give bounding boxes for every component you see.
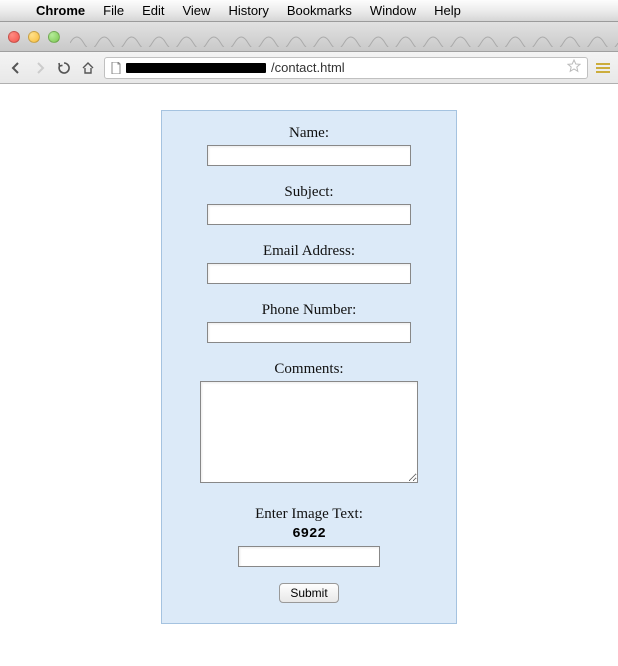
captcha-image-text: 6922 bbox=[182, 526, 436, 542]
url-path: /contact.html bbox=[271, 60, 345, 75]
phone-input[interactable] bbox=[207, 322, 411, 343]
captcha-field-group: Enter Image Text: 6922 bbox=[182, 506, 436, 567]
url-redacted bbox=[126, 63, 266, 73]
page-viewport: Name: Subject: Email Address: Phone Numb… bbox=[0, 84, 618, 624]
comments-label: Comments: bbox=[182, 361, 436, 378]
menubar-history[interactable]: History bbox=[228, 3, 268, 18]
name-input[interactable] bbox=[207, 145, 411, 166]
forward-button[interactable] bbox=[32, 60, 48, 76]
comments-field-group: Comments: bbox=[182, 361, 436, 488]
subject-field-group: Subject: bbox=[182, 184, 436, 225]
phone-field-group: Phone Number: bbox=[182, 302, 436, 343]
chrome-menu-icon[interactable] bbox=[596, 63, 610, 73]
comments-textarea[interactable] bbox=[200, 381, 418, 483]
menubar-bookmarks[interactable]: Bookmarks bbox=[287, 3, 352, 18]
home-button[interactable] bbox=[80, 60, 96, 76]
back-button[interactable] bbox=[8, 60, 24, 76]
zoom-window-button[interactable] bbox=[48, 31, 60, 43]
subject-input[interactable] bbox=[207, 204, 411, 225]
email-label: Email Address: bbox=[182, 243, 436, 260]
file-icon bbox=[111, 62, 121, 74]
submit-button[interactable]: Submit bbox=[279, 583, 338, 603]
menubar-file[interactable]: File bbox=[103, 3, 124, 18]
captcha-input[interactable] bbox=[238, 546, 380, 567]
macos-menubar: Chrome File Edit View History Bookmarks … bbox=[0, 0, 618, 22]
close-window-button[interactable] bbox=[8, 31, 20, 43]
menubar-app[interactable]: Chrome bbox=[36, 3, 85, 18]
bookmark-star-icon[interactable] bbox=[567, 59, 581, 76]
phone-label: Phone Number: bbox=[182, 302, 436, 319]
tab-wavy-decoration bbox=[70, 29, 618, 47]
email-field-group: Email Address: bbox=[182, 243, 436, 284]
menubar-help[interactable]: Help bbox=[434, 3, 461, 18]
name-label: Name: bbox=[182, 125, 436, 142]
browser-window: /contact.html Name: Subject: Email Addre bbox=[0, 22, 618, 624]
contact-form-panel: Name: Subject: Email Address: Phone Numb… bbox=[161, 110, 457, 624]
menubar-view[interactable]: View bbox=[182, 3, 210, 18]
subject-label: Subject: bbox=[182, 184, 436, 201]
name-field-group: Name: bbox=[182, 125, 436, 166]
reload-button[interactable] bbox=[56, 60, 72, 76]
tab-strip bbox=[0, 22, 618, 52]
email-input[interactable] bbox=[207, 263, 411, 284]
browser-toolbar: /contact.html bbox=[0, 52, 618, 84]
window-controls bbox=[8, 31, 60, 43]
address-bar[interactable]: /contact.html bbox=[104, 57, 588, 79]
menubar-edit[interactable]: Edit bbox=[142, 3, 164, 18]
captcha-label: Enter Image Text: bbox=[182, 506, 436, 523]
minimize-window-button[interactable] bbox=[28, 31, 40, 43]
menubar-window[interactable]: Window bbox=[370, 3, 416, 18]
